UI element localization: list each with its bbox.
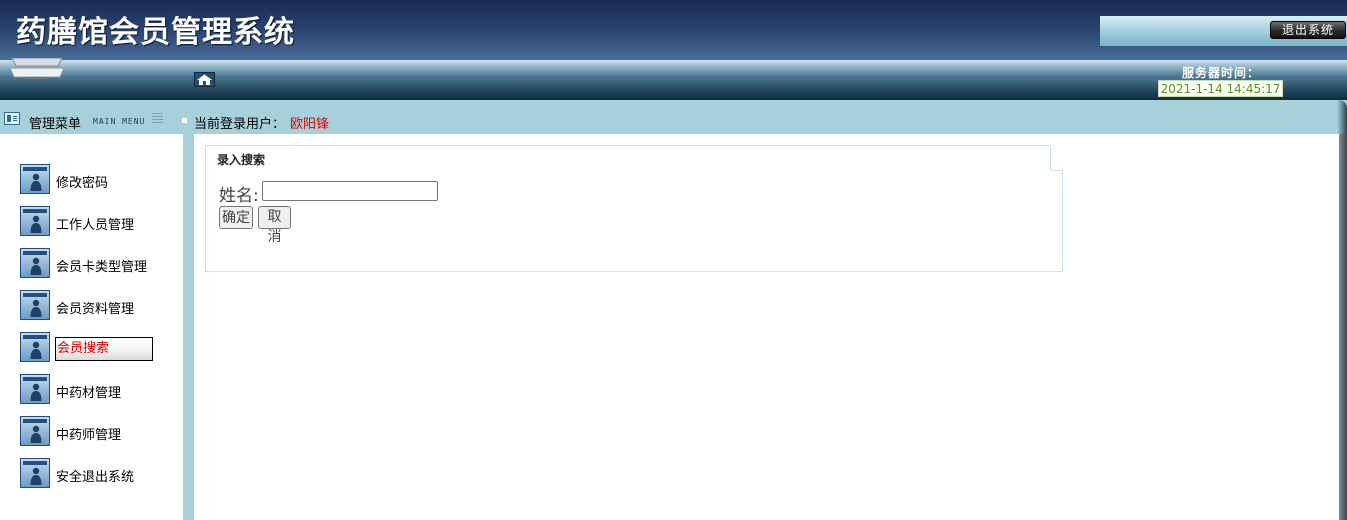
user-icon [20, 206, 50, 236]
sidebar-item-label: 会员卡类型管理 [56, 260, 148, 275]
sidebar-item-label: 会员资料管理 [56, 302, 135, 317]
sidebar-item-label: 安全退出系统 [56, 470, 135, 485]
menu-title: 管理菜单 [29, 117, 82, 132]
nav-bar: 服务器时间： 2021-1-14 14:45:17 [0, 58, 1347, 100]
logout-button[interactable]: 退出系统 [1270, 21, 1346, 39]
frame-right-edge [1339, 134, 1347, 520]
user-icon [20, 458, 50, 488]
user-icon [20, 248, 50, 278]
sidebar-item-change-password[interactable]: 修改密码 [20, 164, 180, 196]
current-user-name: 欧阳锋 [290, 117, 330, 132]
sidebar-item-member-info-management[interactable]: 会员资料管理 [20, 290, 180, 322]
search-tab-title: 录入搜索 [217, 153, 266, 167]
sidebar-item-label: 会员搜索 [55, 337, 153, 361]
user-icon [20, 164, 50, 194]
name-label: 姓名: [219, 186, 259, 206]
home-icon[interactable] [194, 72, 215, 87]
sidebar-item-label: 工作人员管理 [56, 218, 135, 233]
sidebar-item-label: 修改密码 [56, 176, 109, 191]
current-user-label: 当前登录用户： [194, 117, 286, 132]
sidebar-item-herbalist-management[interactable]: 中药师管理 [20, 416, 180, 448]
sidebar-item-label: 中药材管理 [56, 386, 122, 401]
sidebar-item-label: 中药师管理 [56, 428, 122, 443]
sidebar-item-herb-management[interactable]: 中药材管理 [20, 374, 180, 406]
sidebar-item-safe-logout[interactable]: 安全退出系统 [20, 458, 180, 490]
confirm-button[interactable]: 确定 [219, 206, 253, 229]
menu-icon [4, 112, 20, 125]
name-input[interactable] [262, 181, 438, 201]
panel-divider [1051, 170, 1063, 171]
sidebar-item-staff-management[interactable]: 工作人员管理 [20, 206, 180, 238]
user-icon [20, 332, 50, 362]
info-bar: 管理菜单 MAIN MENU 当前登录用户： 欧阳锋 [0, 100, 1347, 134]
user-icon [20, 416, 50, 446]
monitor-icon [9, 58, 65, 79]
bullet-icon [182, 118, 187, 123]
sidebar-item-card-type-management[interactable]: 会员卡类型管理 [20, 248, 180, 280]
user-icon [20, 290, 50, 320]
menu-title-english: MAIN MENU [93, 117, 146, 126]
infobar-edge [1337, 100, 1347, 134]
system-title: 药膳馆会员管理系统 [16, 15, 295, 50]
server-time-value: 2021-1-14 14:45:17 [1158, 80, 1283, 97]
sidebar-menu: 修改密码 工作人员管理 会员卡类型管理 会员资料管理 会员搜索 中药材管理 中药… [0, 134, 183, 520]
logout-panel: 退出系统 [1100, 16, 1347, 46]
search-tab: 录入搜索 [205, 145, 1051, 171]
menu-lines-icon [152, 113, 163, 125]
sidebar-item-member-search[interactable]: 会员搜索 [20, 332, 180, 364]
server-time-label: 服务器时间： [1182, 66, 1261, 80]
user-icon [20, 374, 50, 404]
cancel-button[interactable]: 取消 [258, 206, 291, 245]
sidebar-divider [183, 134, 194, 520]
app-header: 药膳馆会员管理系统 退出系统 [0, 0, 1347, 60]
